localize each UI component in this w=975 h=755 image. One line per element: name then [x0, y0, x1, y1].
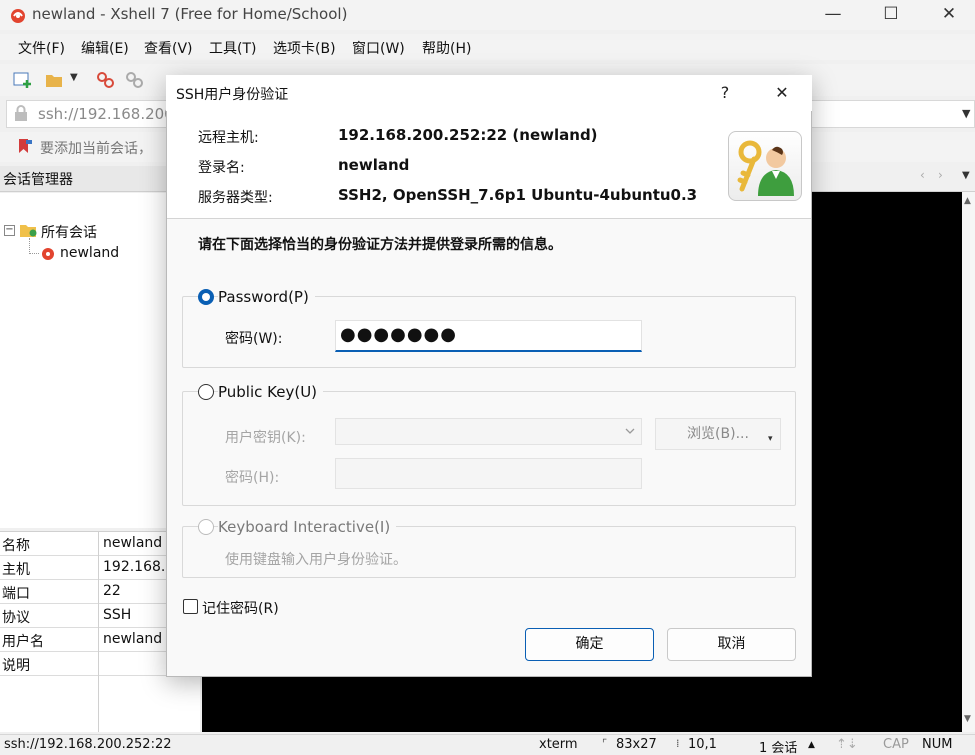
session-manager-title: 会话管理器	[3, 172, 73, 188]
address-dropdown-icon[interactable]: ▼	[962, 107, 970, 120]
tab-scroll-left-icon[interactable]: ‹	[920, 168, 925, 182]
property-key: 名称	[2, 538, 30, 554]
add-session-hint[interactable]: 要添加当前会话，	[40, 138, 152, 158]
menu-tools[interactable]: 工具(T)	[209, 38, 256, 58]
remember-password-checkbox[interactable]	[183, 599, 198, 614]
browse-button-label: 浏览(B)...	[687, 426, 749, 442]
status-terminal-size: 83x27	[616, 737, 657, 752]
status-caps-lock: CAP	[883, 737, 909, 752]
arrow-up-down-icon: ⇡⇣	[836, 737, 858, 752]
browse-button[interactable]: 浏览(B)...	[655, 418, 781, 450]
passphrase-label: 密码(H):	[225, 470, 280, 486]
password-option-label[interactable]: Password(P)	[218, 288, 315, 306]
login-name-value: newland	[338, 156, 410, 174]
tree-item-newland[interactable]: newland	[60, 245, 119, 261]
status-cursor-position: 10,1	[688, 737, 717, 752]
open-dropdown-icon[interactable]: ▼	[70, 72, 78, 83]
tree-line	[29, 253, 39, 254]
size-icon: ⌜	[602, 737, 608, 750]
table-column-divider	[98, 531, 99, 732]
new-session-icon[interactable]	[12, 70, 34, 90]
status-session-count: 1 会话	[759, 741, 798, 755]
disconnect-icon[interactable]	[124, 70, 146, 90]
passphrase-input[interactable]	[335, 458, 642, 489]
scroll-down-icon[interactable]: ▼	[964, 714, 971, 724]
property-value: 22	[103, 583, 121, 599]
property-value: newland	[103, 631, 163, 647]
property-key: 说明	[2, 658, 30, 674]
property-key: 协议	[2, 610, 30, 626]
dialog-help-button[interactable]: ?	[705, 78, 745, 108]
terminal-scrollbar[interactable]	[962, 192, 975, 732]
tree-line	[29, 238, 30, 254]
password-value[interactable]: ●●●●●●●	[340, 324, 457, 345]
open-folder-icon[interactable]	[44, 70, 66, 90]
menu-window[interactable]: 窗口(W)	[352, 38, 405, 58]
tree-item-all-sessions[interactable]: 所有会话	[41, 222, 97, 242]
folder-icon	[20, 225, 37, 237]
menu-file[interactable]: 文件(F)	[18, 38, 65, 58]
window-title: newland - Xshell 7 (Free for Home/School…	[32, 5, 348, 23]
status-num-lock: NUM	[922, 737, 953, 752]
login-name-label: 登录名:	[198, 160, 245, 176]
user-key-icon	[737, 140, 794, 196]
scroll-up-icon[interactable]: ▲	[964, 196, 971, 206]
auth-instruction: 请在下面选择恰当的身份验证方法并提供登录所需的信息。	[198, 237, 562, 253]
tab-list-dropdown-icon[interactable]: ▼	[962, 170, 970, 181]
remember-password-label[interactable]: 记住密码(R)	[202, 598, 279, 618]
ok-button[interactable]: 确定	[525, 628, 654, 661]
bookmark-icon[interactable]	[16, 137, 34, 155]
public-key-radio[interactable]	[198, 384, 214, 400]
session-icon	[42, 248, 54, 260]
sessions-menu-icon[interactable]: ▲	[808, 740, 815, 750]
menu-view[interactable]: 查看(V)	[144, 38, 193, 58]
menu-help[interactable]: 帮助(H)	[422, 38, 471, 58]
chevron-down-icon	[625, 428, 635, 434]
keyboard-interactive-label[interactable]: Keyboard Interactive(I)	[218, 518, 397, 536]
property-value: 192.168.	[103, 559, 166, 575]
dialog-close-button[interactable]: ✕	[762, 78, 802, 108]
password-radio[interactable]	[198, 289, 214, 305]
property-value: newland	[103, 535, 163, 551]
xshell-logo-icon	[11, 9, 25, 23]
keyboard-interactive-radio[interactable]	[198, 519, 214, 535]
address-input[interactable]: ssh://192.168.200	[38, 105, 174, 123]
minimize-button[interactable]: —	[804, 0, 862, 30]
remote-host-label: 远程主机:	[198, 130, 259, 146]
status-connection: ssh://192.168.200.252:22	[4, 737, 172, 752]
keyboard-interactive-hint: 使用键盘输入用户身份验证。	[225, 552, 407, 568]
property-key: 主机	[2, 562, 30, 578]
public-key-option-label[interactable]: Public Key(U)	[218, 383, 324, 401]
user-key-label: 用户密钥(K):	[225, 430, 306, 446]
remote-host-value: 192.168.200.252:22 (newland)	[338, 126, 598, 144]
server-type-label: 服务器类型:	[198, 190, 273, 206]
menu-tabs[interactable]: 选项卡(B)	[273, 38, 336, 58]
status-terminal-type: xterm	[539, 737, 578, 752]
property-key: 用户名	[2, 634, 44, 650]
property-value: SSH	[103, 607, 132, 623]
maximize-button[interactable]: ☐	[862, 0, 920, 30]
user-key-select[interactable]	[335, 418, 642, 445]
close-window-button[interactable]: ✕	[920, 0, 975, 30]
password-field-label: 密码(W):	[225, 331, 283, 347]
tree-collapse-icon[interactable]: −	[4, 225, 15, 236]
cursor-position-icon: ⁞	[676, 737, 680, 750]
tab-scroll-right-icon[interactable]: ›	[938, 168, 943, 182]
dialog-title: SSH用户身份验证	[176, 87, 289, 103]
property-key: 端口	[2, 586, 30, 602]
browse-dropdown-icon[interactable]: ▾	[768, 434, 773, 444]
cancel-button[interactable]: 取消	[667, 628, 796, 661]
menu-edit[interactable]: 编辑(E)	[81, 38, 129, 58]
server-type-value: SSH2, OpenSSH_7.6p1 Ubuntu-4ubuntu0.3	[338, 186, 698, 204]
lock-icon	[15, 105, 27, 121]
connect-icon[interactable]	[95, 70, 117, 90]
